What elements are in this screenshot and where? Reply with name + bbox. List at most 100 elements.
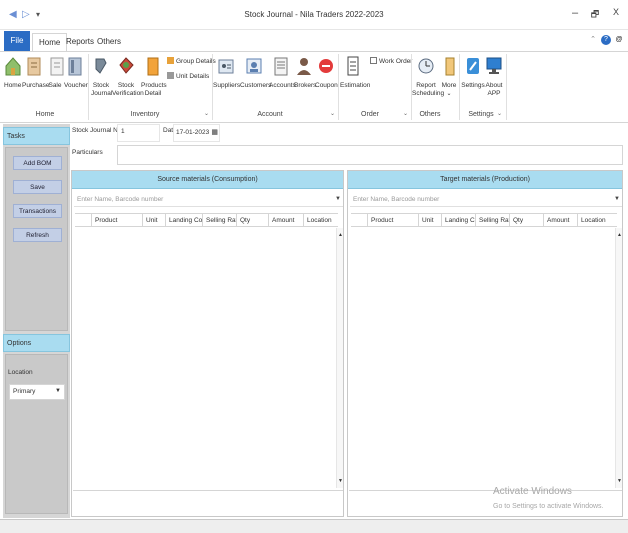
group-details-icon xyxy=(167,57,174,64)
scroll-down-icon[interactable]: ▼ xyxy=(617,478,622,484)
group-separator xyxy=(338,54,339,120)
group-expand-icon[interactable]: ⌄ xyxy=(403,110,408,117)
particulars-input[interactable] xyxy=(117,145,623,165)
group-expand-icon[interactable]: ⌄ xyxy=(330,110,335,117)
sale-button[interactable]: Sale xyxy=(48,55,64,90)
coupon-icon xyxy=(319,59,333,73)
column-header-product[interactable]: Product xyxy=(91,214,142,227)
estimation-icon xyxy=(347,56,359,76)
restore-button[interactable]: 🗗 xyxy=(586,7,604,23)
column-header-unit[interactable]: Unit xyxy=(142,214,165,227)
source-grid-scrollbar[interactable]: ▲ ▼ xyxy=(336,228,343,488)
customers-icon xyxy=(246,58,262,74)
close-button[interactable]: X xyxy=(607,7,625,17)
report-scheduling-button[interactable]: Report Scheduling xyxy=(412,55,444,98)
group-separator xyxy=(88,54,89,120)
coupon-button[interactable]: Coupon xyxy=(315,55,338,90)
tasks-panel-body: Add BOM Save Transactions Refresh xyxy=(5,147,68,331)
left-panel: Tasks Add BOM Save Transactions Refresh … xyxy=(3,124,70,518)
unit-details-button[interactable]: Unit Details xyxy=(167,72,209,82)
source-search-input[interactable]: Enter Name, Barcode number ▼ xyxy=(74,193,343,207)
tab-file[interactable]: File xyxy=(4,31,30,51)
stock-journal-no-label: Stock Journal No xyxy=(72,127,122,134)
window-title: Stock Journal - Nila Traders 2022-2023 xyxy=(244,10,384,19)
target-row-indicator-column xyxy=(351,214,367,227)
group-label-others: Others xyxy=(419,111,441,118)
location-select[interactable]: Primary ▼ xyxy=(9,384,65,400)
scroll-down-icon[interactable]: ▼ xyxy=(338,478,343,484)
brokers-icon xyxy=(297,58,311,75)
column-header-qty[interactable]: Qty xyxy=(236,214,268,227)
column-header-location[interactable]: Location xyxy=(303,214,338,227)
brokers-button[interactable]: Brokers xyxy=(294,55,316,90)
column-header-landing-cost[interactable]: Landing Cost xyxy=(165,214,202,227)
column-header-landing-cost[interactable]: Landing C... xyxy=(441,214,475,227)
about-app-button[interactable]: About APP xyxy=(485,55,503,98)
purchase-icon xyxy=(27,57,41,76)
help-icon[interactable]: ? xyxy=(601,35,611,45)
column-header-unit[interactable]: Unit xyxy=(418,214,441,227)
refresh-button[interactable]: Refresh xyxy=(13,228,62,242)
source-row-indicator-column xyxy=(75,214,91,227)
more-icon xyxy=(445,57,455,76)
work-order-button[interactable]: Work Order xyxy=(370,57,412,67)
work-order-icon xyxy=(370,57,377,64)
voucher-button[interactable]: Voucher xyxy=(64,55,88,90)
purchase-button[interactable]: Purchase xyxy=(22,55,49,90)
suppliers-button[interactable]: Suppliers xyxy=(213,55,240,90)
accounts-button[interactable]: Accounts xyxy=(269,55,296,90)
stock-journal-no-input[interactable]: 1 xyxy=(117,124,160,142)
ribbon-tab-row: File Home Reports Others ⌃ ? @ xyxy=(0,31,628,51)
group-label-home: Home xyxy=(35,111,55,118)
transactions-button[interactable]: Transactions xyxy=(13,204,62,218)
target-search-input[interactable]: Enter Name, Barcode number ▼ xyxy=(350,193,622,207)
source-grid-header: Source materials (Consumption) xyxy=(72,171,343,189)
group-details-button[interactable]: Group Details xyxy=(167,57,216,67)
group-expand-icon[interactable]: ⌄ xyxy=(497,110,502,117)
suppliers-icon xyxy=(218,59,234,74)
stock-verification-button[interactable]: Stock Verification xyxy=(112,55,144,98)
scroll-up-icon[interactable]: ▲ xyxy=(617,232,622,238)
column-header-location[interactable]: Location xyxy=(577,214,617,227)
activation-watermark-title: Activate Windows xyxy=(493,486,572,497)
column-header-amount[interactable]: Amount xyxy=(543,214,577,227)
collapse-ribbon-icon[interactable]: ⌃ xyxy=(588,35,598,45)
source-column-header-row: Product Unit Landing Cost Selling Rate Q… xyxy=(75,213,338,227)
column-header-product[interactable]: Product xyxy=(367,214,418,227)
location-label: Location xyxy=(8,369,33,376)
unit-details-icon xyxy=(167,72,174,79)
group-separator xyxy=(459,54,460,120)
options-panel-body: Location Primary ▼ xyxy=(5,354,68,514)
date-input[interactable]: 17-01-2023 ▦ xyxy=(173,124,220,142)
estimation-button[interactable]: Estimation xyxy=(340,55,370,90)
column-header-selling-rate[interactable]: Selling Rate xyxy=(475,214,509,227)
more-button[interactable]: More ⌄ xyxy=(441,55,457,98)
tab-others[interactable]: Others xyxy=(91,33,127,51)
chevron-down-icon: ▼ xyxy=(335,196,341,202)
products-detail-button[interactable]: Products Detail xyxy=(141,55,167,98)
calendar-icon[interactable]: ▦ xyxy=(211,128,218,136)
tasks-panel-header: Tasks xyxy=(3,127,70,145)
column-header-qty[interactable]: Qty xyxy=(509,214,543,227)
group-label-settings: Settings xyxy=(468,111,494,118)
group-label-order: Order xyxy=(361,111,379,118)
stock-journal-button[interactable]: Stock Journal xyxy=(91,55,112,98)
options-panel-header: Options xyxy=(3,334,70,352)
source-grid-footer xyxy=(73,490,343,516)
group-expand-icon[interactable]: ⌄ xyxy=(204,110,209,117)
customers-button[interactable]: Customers xyxy=(240,55,271,90)
settings-button[interactable]: Settings xyxy=(461,55,485,90)
group-label-inventory: Inventory xyxy=(130,111,160,118)
column-header-selling-rate[interactable]: Selling Rate xyxy=(202,214,236,227)
target-grid-scrollbar[interactable]: ▲ ▼ xyxy=(615,228,622,488)
home-button[interactable]: Home xyxy=(4,55,21,90)
more-dropdown-icon: ⌄ xyxy=(446,91,452,97)
add-bom-button[interactable]: Add BOM xyxy=(13,156,62,170)
column-header-amount[interactable]: Amount xyxy=(268,214,303,227)
stock-verification-icon xyxy=(119,57,134,74)
title-bar: ◀ ▷ ▾ Stock Journal - Nila Traders 2022-… xyxy=(0,0,628,30)
scroll-up-icon[interactable]: ▲ xyxy=(338,232,343,238)
minimize-button[interactable]: – xyxy=(566,7,584,19)
at-sign-icon[interactable]: @ xyxy=(614,35,624,45)
save-button[interactable]: Save xyxy=(13,180,62,194)
